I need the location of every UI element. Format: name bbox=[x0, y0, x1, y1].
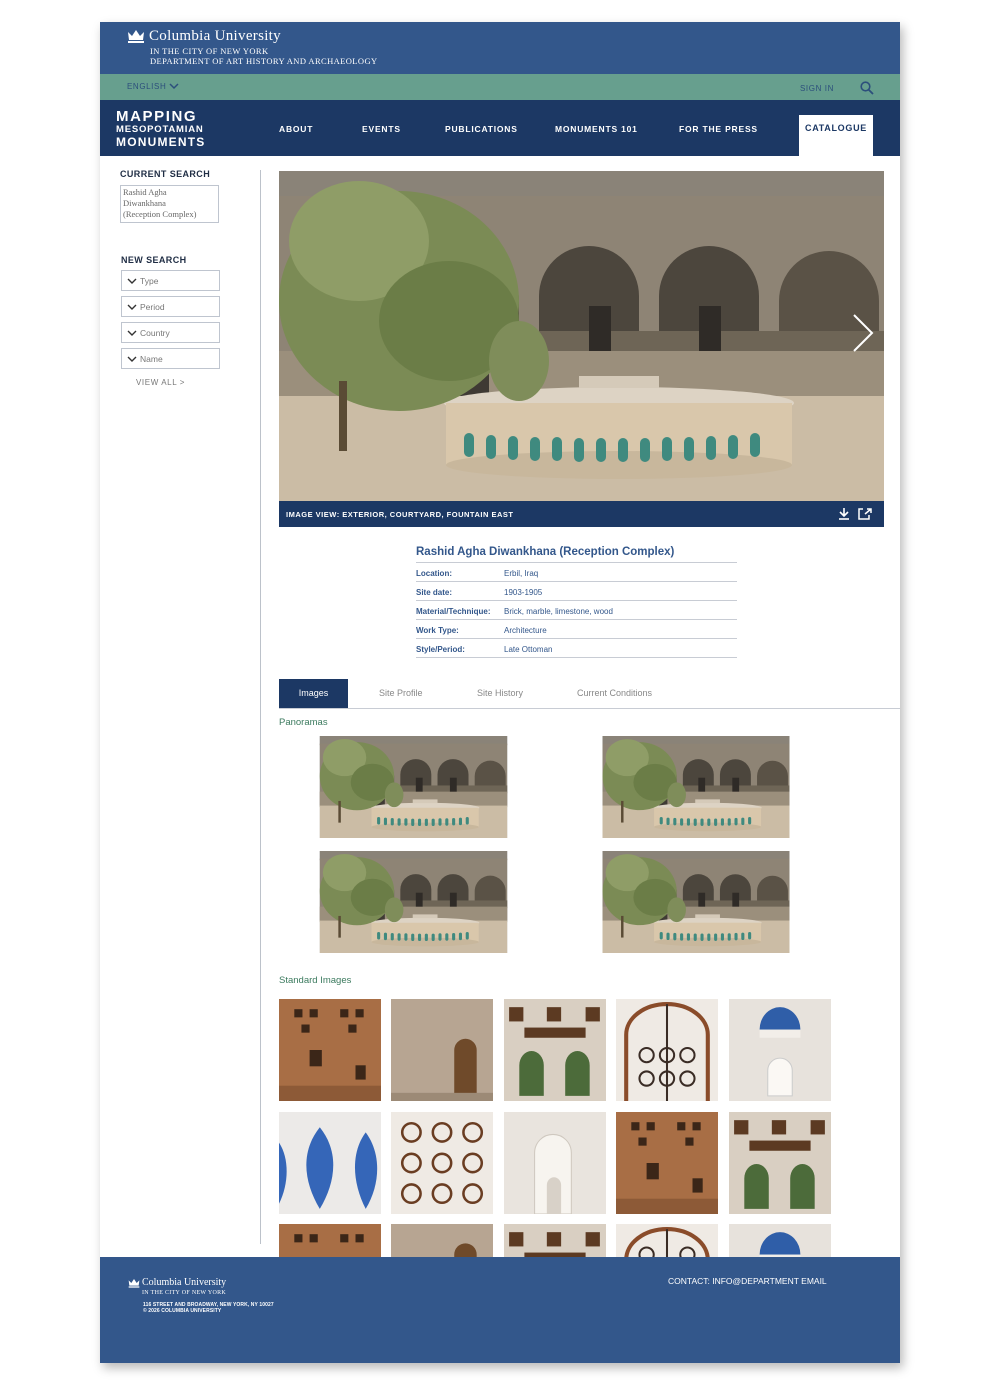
chevron-down-icon bbox=[127, 304, 137, 310]
crown-icon bbox=[128, 30, 144, 43]
standard-images-heading: Standard Images bbox=[279, 975, 352, 986]
footer-university-name[interactable]: Columbia University bbox=[142, 1277, 226, 1288]
download-icon[interactable] bbox=[837, 507, 851, 521]
tab-site-profile[interactable]: Site Profile bbox=[379, 688, 423, 698]
image-thumbnail[interactable] bbox=[504, 1112, 606, 1214]
monument-title: Rashid Agha Diwankhana (Reception Comple… bbox=[416, 546, 675, 558]
tab-current-conditions[interactable]: Current Conditions bbox=[577, 688, 652, 698]
language-label: ENGLISH bbox=[127, 82, 167, 91]
nav-monuments-101[interactable]: MONUMENTS 101 bbox=[555, 124, 638, 134]
image-thumbnail[interactable] bbox=[504, 999, 606, 1101]
chevron-down-icon bbox=[127, 330, 137, 336]
meta-row-site-date: Site date: 1903-1905 bbox=[416, 581, 737, 600]
meta-key: Site date: bbox=[416, 588, 453, 597]
chevron-down-icon bbox=[127, 356, 137, 362]
site-logo[interactable]: MAPPING MESOPOTAMIAN MONUMENTS bbox=[116, 109, 205, 148]
meta-value: Erbil, Iraq bbox=[504, 569, 539, 578]
meta-value: Late Ottoman bbox=[504, 645, 553, 654]
meta-value: Architecture bbox=[504, 626, 547, 635]
current-search-box[interactable]: Rashid Agha Diwankhana (Reception Comple… bbox=[120, 185, 219, 223]
share-icon[interactable] bbox=[857, 507, 873, 521]
logo-line-2: MESOPOTAMIAN bbox=[116, 124, 204, 135]
tab-site-history[interactable]: Site History bbox=[477, 688, 523, 698]
university-city: IN THE CITY OF NEW YORK bbox=[150, 46, 269, 56]
image-thumbnail[interactable] bbox=[391, 1112, 493, 1214]
image-thumbnail[interactable] bbox=[279, 999, 381, 1101]
meta-row-work-type: Work Type: Architecture bbox=[416, 619, 737, 638]
current-search-line: Diwankhana bbox=[123, 198, 166, 208]
crown-icon bbox=[128, 1279, 140, 1288]
university-header: Columbia University IN THE CITY OF NEW Y… bbox=[100, 22, 900, 74]
view-all-link[interactable]: VIEW ALL > bbox=[136, 378, 185, 387]
department-name[interactable]: DEPARTMENT OF ART HISTORY AND ARCHAEOLOG… bbox=[150, 56, 378, 66]
meta-divider bbox=[416, 657, 737, 658]
tab-bar-line bbox=[279, 708, 900, 709]
filter-type[interactable]: Type bbox=[121, 270, 220, 291]
meta-row-location: Location: Erbil, Iraq bbox=[416, 562, 737, 581]
nav-events[interactable]: EVENTS bbox=[362, 124, 401, 134]
tab-images[interactable]: Images bbox=[279, 679, 348, 708]
image-thumbnail[interactable] bbox=[729, 999, 831, 1101]
filter-label: Country bbox=[140, 327, 170, 338]
nav-about[interactable]: ABOUT bbox=[279, 124, 313, 134]
filter-label: Period bbox=[140, 301, 165, 312]
new-search-heading: NEW SEARCH bbox=[121, 255, 187, 265]
panorama-thumbnail[interactable] bbox=[279, 736, 548, 838]
logo-line-3: MONUMENTS bbox=[116, 134, 206, 149]
image-thumbnail[interactable] bbox=[616, 999, 718, 1101]
current-search-line: Rashid Agha bbox=[123, 187, 167, 197]
image-caption-bar: IMAGE VIEW: EXTERIOR, COURTYARD, FOUNTAI… bbox=[279, 501, 884, 527]
university-name[interactable]: Columbia University bbox=[149, 28, 281, 45]
image-thumbnail[interactable] bbox=[391, 999, 493, 1101]
current-search-line: (Reception Complex) bbox=[123, 209, 197, 219]
page: Columbia University IN THE CITY OF NEW Y… bbox=[100, 22, 900, 1363]
nav-publications[interactable]: PUBLICATIONS bbox=[445, 124, 518, 134]
panorama-thumbnail[interactable] bbox=[562, 851, 830, 953]
image-thumbnail[interactable] bbox=[729, 1112, 831, 1214]
panorama-thumbnail[interactable] bbox=[279, 851, 548, 953]
panorama-thumbnail[interactable] bbox=[562, 736, 830, 838]
search-icon[interactable] bbox=[860, 81, 874, 95]
meta-row-material: Material/Technique: Brick, marble, limes… bbox=[416, 600, 737, 619]
language-selector[interactable]: ENGLISH bbox=[127, 82, 179, 91]
nav-catalogue[interactable]: CATALOGUE bbox=[799, 115, 873, 156]
filter-period[interactable]: Period bbox=[121, 296, 220, 317]
nav-for-the-press[interactable]: FOR THE PRESS bbox=[679, 124, 758, 134]
meta-value: Brick, marble, limestone, wood bbox=[504, 607, 613, 616]
sidebar-divider bbox=[260, 170, 261, 1244]
panoramas-heading: Panoramas bbox=[279, 717, 328, 728]
current-search-heading: CURRENT SEARCH bbox=[120, 169, 211, 179]
logo-line-1: MAPPING bbox=[116, 108, 198, 125]
meta-key: Work Type: bbox=[416, 626, 459, 635]
filter-name[interactable]: Name bbox=[121, 348, 220, 369]
footer-contact-link[interactable]: CONTACT: INFO@DEPARTMENT EMAIL bbox=[668, 1276, 827, 1286]
image-thumbnail[interactable] bbox=[279, 1112, 381, 1214]
meta-key: Style/Period: bbox=[416, 645, 465, 654]
filter-country[interactable]: Country bbox=[121, 322, 220, 343]
meta-key: Material/Technique: bbox=[416, 607, 491, 616]
main-nav: MAPPING MESOPOTAMIAN MONUMENTS ABOUT EVE… bbox=[100, 100, 900, 156]
meta-value: 1903-1905 bbox=[504, 588, 543, 597]
image-caption: IMAGE VIEW: EXTERIOR, COURTYARD, FOUNTAI… bbox=[286, 510, 514, 519]
footer: Columbia University IN THE CITY OF NEW Y… bbox=[100, 1257, 900, 1363]
filter-label: Type bbox=[140, 275, 159, 286]
footer-copyright: © 2026 COLUMBIA UNIVERSITY bbox=[143, 1308, 222, 1314]
image-thumbnail[interactable] bbox=[616, 1112, 718, 1214]
filter-label: Name bbox=[140, 353, 163, 364]
chevron-down-icon bbox=[127, 278, 137, 284]
footer-university-city: IN THE CITY OF NEW YORK bbox=[142, 1290, 227, 1296]
meta-row-style-period: Style/Period: Late Ottoman bbox=[416, 638, 737, 657]
chevron-down-icon bbox=[169, 83, 179, 90]
chevron-right-icon[interactable] bbox=[852, 313, 874, 353]
hero-image[interactable] bbox=[279, 171, 884, 501]
sign-in-link[interactable]: SIGN IN bbox=[800, 84, 834, 93]
meta-key: Location: bbox=[416, 569, 452, 578]
utility-bar: ENGLISH SIGN IN bbox=[100, 74, 900, 100]
